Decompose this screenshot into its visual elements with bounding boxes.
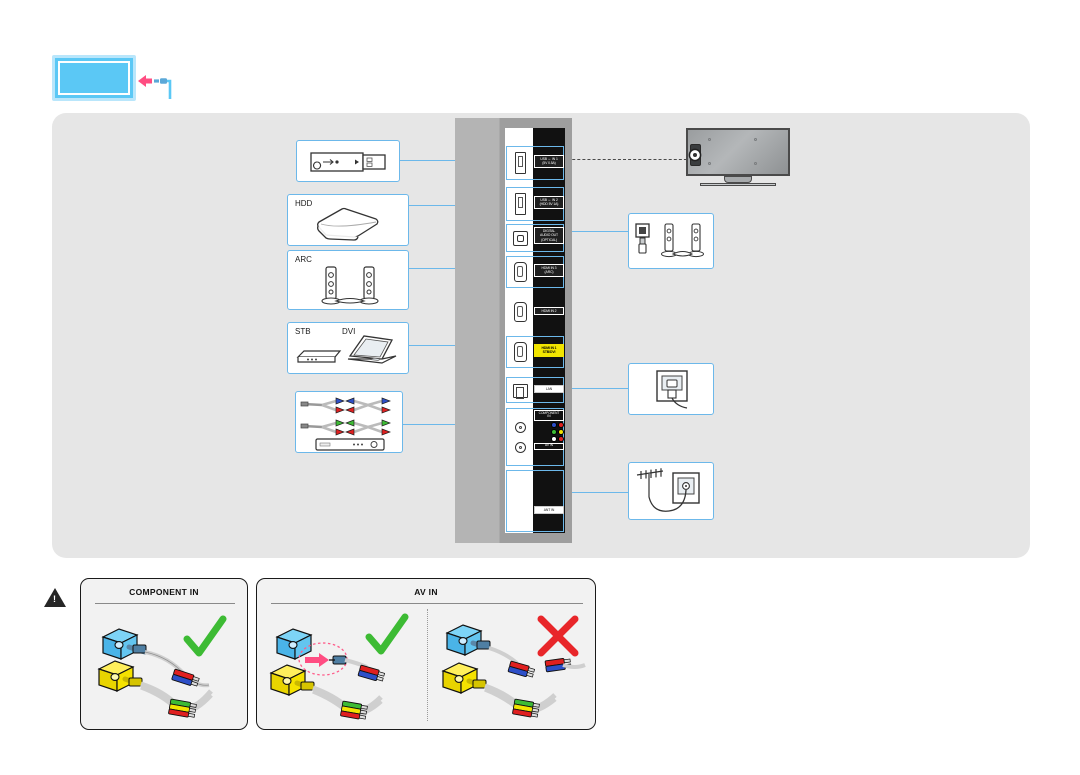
- warning-section: ! COMPONENT IN AV IN: [44, 578, 604, 733]
- warning-rule: [271, 603, 583, 604]
- rca-jack-icon: [514, 441, 526, 453]
- device-box-antenna-wall-jack: [628, 462, 714, 520]
- port-label-lan: LAN: [534, 385, 564, 394]
- tv-screen-icon: [52, 55, 136, 101]
- jack-dot-white: [551, 435, 557, 442]
- port-shape-hdmi-in-3: [508, 260, 532, 284]
- device-box-usb-flash-drive: [296, 140, 400, 182]
- jack-dot-yellow: [558, 428, 564, 435]
- jack-dot-red: [558, 421, 564, 428]
- port-label-hdmi-in-2: HDMI IN 2: [534, 307, 564, 316]
- warning-title-av-in: AV IN: [414, 587, 438, 597]
- port-label-hdmi-in-3: HDMI IN 3 (ARC): [534, 264, 564, 277]
- port-label-av-in: AV IN: [534, 442, 564, 450]
- port-shape-digital-audio-out: [508, 229, 532, 248]
- connector-antenna: [566, 492, 630, 493]
- connector-optical: [566, 231, 630, 232]
- lan-wall-outlet-icon: [656, 370, 688, 409]
- optical-audio-speakers-icon: [635, 223, 704, 258]
- hdmi-connector-icon: [513, 342, 527, 362]
- tv-stand-neck: [724, 176, 752, 183]
- jack-pair: [551, 435, 564, 442]
- lan-connector-icon: [512, 384, 528, 399]
- jack-dot-green: [551, 428, 557, 435]
- check-mark-icon: [365, 613, 409, 655]
- tv-rear-body: [686, 128, 790, 176]
- rca-jack-icon: [514, 421, 526, 433]
- cross-mark-icon: [537, 615, 579, 657]
- port-shape-hdmi-in-2: [508, 300, 532, 324]
- device-box-lan-wall-jack: [628, 363, 714, 415]
- pink-arrow-icon: [305, 653, 329, 667]
- tv-stand-base: [700, 183, 776, 186]
- port-strip-body: USB ⇔ IN 1 (5V 0.5A) USB ⇔ IN 2 (HDD 5V 1A…: [505, 128, 565, 533]
- warning-panel-divider: [427, 609, 428, 721]
- port-label-usb-in-2: USB ⇔ IN 2 (HDD 5V 1A): [534, 196, 564, 209]
- tv-port-marker-icon: [688, 148, 702, 162]
- device-label-arc: ARC: [295, 255, 312, 264]
- tv-screw: [708, 162, 711, 165]
- device-label-stb: STB: [295, 327, 311, 336]
- component-jack-rows: [534, 421, 564, 442]
- port-shape-lan: [508, 382, 532, 400]
- connector-tv-rear-dashed: [557, 159, 692, 160]
- warning-title-component-in: COMPONENT IN: [129, 587, 199, 597]
- tv-screw: [754, 162, 757, 165]
- tv-screen-inner-border: [58, 61, 130, 95]
- optical-connector-icon: [512, 231, 528, 246]
- port-label-usb-in-1: USB ⇔ IN 1 (5V 0.5A): [534, 155, 564, 168]
- port-shape-component-jack-2: [508, 440, 532, 454]
- jack-dot-red: [558, 435, 564, 442]
- cable-arrow-icon: [138, 75, 172, 99]
- component-jack-block: COMPONENT IN AV IN: [534, 410, 564, 450]
- av-in-incorrect-illustration: [441, 615, 586, 718]
- port-label-hdmi-in-1: HDMI IN 1 STB/DVI: [534, 344, 564, 357]
- port-shape-usb-in-2: [508, 191, 532, 217]
- tv-rear-view: [686, 128, 790, 188]
- antenna-wall-outlet-icon: [636, 468, 700, 512]
- jack-row-pb-pr: [534, 421, 564, 428]
- device-box-stb-dvi: STB DVI: [287, 322, 409, 374]
- usb-flash-drive-icon: [310, 152, 386, 172]
- warning-exclamation: !: [53, 594, 56, 604]
- port-label-component-in: COMPONENT IN: [534, 410, 564, 421]
- jack-dot-blue: [551, 421, 557, 428]
- warning-panel-av-in: AV IN: [256, 578, 596, 730]
- hdmi-connector-icon: [513, 302, 527, 322]
- warning-rule: [95, 603, 235, 604]
- port-label-ant-in: ANT IN: [534, 506, 564, 515]
- device-box-component-cables: [295, 391, 403, 453]
- device-box-arc: ARC: [287, 250, 409, 310]
- device-box-optical-speakers: [628, 213, 714, 269]
- device-label-dvi: DVI: [342, 327, 356, 336]
- device-box-hdd: HDD: [287, 194, 409, 246]
- check-mark-icon: [183, 615, 227, 657]
- port-shape-usb-in-1: [508, 150, 532, 176]
- jack-pair: [551, 428, 564, 435]
- port-label-column: [533, 128, 565, 533]
- tv-port-strip: USB ⇔ IN 1 (5V 0.5A) USB ⇔ IN 2 (HDD 5V 1A…: [455, 118, 572, 543]
- tv-screw: [754, 138, 757, 141]
- port-shape-component-jack-1: [508, 420, 532, 434]
- av-in-correct-illustration: [269, 613, 409, 720]
- header-tv-icon: [52, 55, 172, 101]
- jack-row-video: [534, 428, 564, 435]
- jack-pair: [551, 421, 564, 428]
- component-cables-dvd-player-icon: [300, 397, 391, 451]
- usb-connector-icon: [514, 152, 526, 174]
- usb-connector-icon: [514, 193, 526, 215]
- hdmi-connector-icon: [513, 262, 527, 282]
- port-shape-hdmi-in-1: [508, 340, 532, 364]
- tv-screw: [708, 138, 711, 141]
- port-label-digital-audio-out: DIGITAL AUDIO OUT (OPTICAL): [534, 227, 564, 244]
- connector-lan: [566, 388, 630, 389]
- warning-panel-component-in: COMPONENT IN: [80, 578, 248, 730]
- component-in-correct-illustration: [97, 615, 227, 718]
- device-label-hdd: HDD: [295, 199, 313, 208]
- jack-row-audio: [534, 435, 564, 442]
